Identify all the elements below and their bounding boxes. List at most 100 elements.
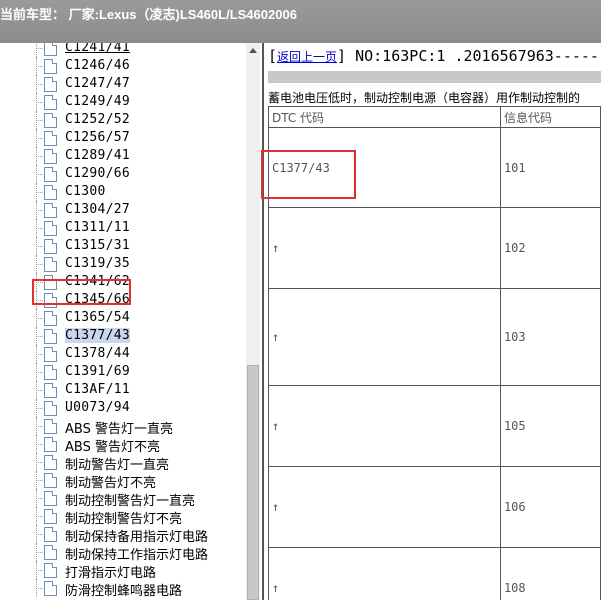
tree-item[interactable]: C1256/57 [0, 129, 246, 147]
tree-item[interactable]: 制动警告灯一直亮 [0, 453, 246, 473]
tree-item[interactable]: C1391/69 [0, 363, 246, 381]
tree-connector [36, 426, 43, 427]
tree-item-label[interactable]: C1319/35 [65, 256, 130, 271]
tree-item[interactable]: C1247/47 [0, 75, 246, 93]
scroll-thumb[interactable] [247, 365, 259, 600]
doc-number: NO:163PC:1 .2016567963----- [355, 47, 599, 65]
scroll-up-icon[interactable] [249, 48, 257, 53]
tree-item-label[interactable]: C1241/41 [65, 43, 130, 55]
document-icon [44, 239, 57, 254]
document-icon [44, 347, 57, 362]
tree-item[interactable]: 制动警告灯不亮 [0, 471, 246, 491]
tree-item-label[interactable]: C1391/69 [65, 364, 130, 379]
tree-item-label[interactable]: 防滑控制蜂鸣器电路 [65, 580, 182, 599]
tree-item[interactable]: C1289/41 [0, 147, 246, 165]
tree-item[interactable]: 防滑控制蜂鸣器电路 [0, 579, 246, 599]
document-icon [44, 545, 57, 560]
tree-item[interactable]: U0073/94 [0, 399, 246, 417]
tree-item-label[interactable]: C1311/11 [65, 220, 130, 235]
document-icon [44, 167, 57, 182]
tree-item-label[interactable]: C1247/47 [65, 76, 130, 91]
tree-connector [36, 66, 43, 67]
tree-item[interactable]: C1252/52 [0, 111, 246, 129]
table-row: ↑ 103 [268, 288, 601, 386]
tree-connector [36, 570, 43, 571]
tree-item[interactable]: 制动控制警告灯不亮 [0, 507, 246, 527]
tree-item[interactable]: ABS 警告灯不亮 [0, 435, 246, 455]
tree-item-label[interactable]: C1246/46 [65, 58, 130, 73]
dtc-tree: C1241/41 C1246/46 C1247/47 C1249/49 C1252/52… [0, 43, 246, 600]
document-icon [44, 527, 57, 542]
tree-item[interactable]: C1290/66 [0, 165, 246, 183]
tree-item[interactable]: C1311/11 [0, 219, 246, 237]
tree-item[interactable]: 制动控制警告灯一直亮 [0, 489, 246, 509]
document-icon [44, 131, 57, 146]
tree-connector [36, 264, 43, 265]
tree-item-label[interactable]: C1378/44 [65, 346, 130, 361]
tree-item[interactable]: C13AF/11 [0, 381, 246, 399]
info-code-cell: 101 [499, 127, 601, 208]
tree-connector [36, 174, 43, 175]
tree-item[interactable]: C1246/46 [0, 57, 246, 75]
info-code-cell: 102 [499, 207, 601, 289]
tree-connector [36, 120, 43, 121]
tree-item-label[interactable]: C13AF/11 [65, 382, 130, 397]
tree-item[interactable]: C1365/54 [0, 309, 246, 327]
tree-item[interactable]: C1241/41 [0, 43, 246, 57]
tree-item-label[interactable]: C1300 [65, 184, 106, 199]
tree-item[interactable]: C1300 [0, 183, 246, 201]
document-icon [44, 329, 57, 344]
tree-item[interactable]: C1319/35 [0, 255, 246, 273]
document-icon [44, 149, 57, 164]
info-code-cell: 103 [499, 288, 601, 386]
table-row: ↑ 102 [268, 207, 601, 289]
tree-item-label[interactable]: C1289/41 [65, 148, 130, 163]
description-text: 蓄电池电压低时，制动控制电源（电容器）用作制动控制的 [268, 91, 581, 105]
document-icon [44, 437, 57, 452]
tree-item[interactable]: ABS 警告灯一直亮 [0, 417, 246, 437]
tree-item[interactable]: 打滑指示灯电路 [0, 561, 246, 581]
tree-item[interactable]: C1378/44 [0, 345, 246, 363]
content-pane: [返回上一页] NO:163PC:1 .2016567963----- 蓄电池电… [264, 43, 601, 600]
document-icon [44, 43, 57, 56]
column-header-info: 信息代码 [499, 106, 601, 128]
tree-item[interactable]: C1315/31 [0, 237, 246, 255]
tree-item[interactable]: 制动保持备用指示灯电路 [0, 525, 246, 545]
tree-item-label[interactable]: C1315/31 [65, 238, 130, 253]
tree-item[interactable]: C1377/43 [0, 327, 246, 345]
table-row: ↑ 106 [268, 466, 601, 548]
tree-connector [36, 462, 43, 463]
highlight-box-tree [32, 279, 131, 305]
tree-item-label[interactable]: C1256/57 [65, 130, 130, 145]
tree-connector [36, 354, 43, 355]
tree-connector [36, 372, 43, 373]
grey-bar [268, 71, 601, 83]
tree-connector [36, 408, 43, 409]
document-icon [44, 401, 57, 416]
back-link[interactable]: 返回上一页 [277, 50, 337, 64]
info-code-cell: 105 [499, 385, 601, 467]
tree-item-label[interactable]: C1377/43 [65, 328, 131, 343]
tree-item-label[interactable]: C1252/52 [65, 112, 130, 127]
tree-item[interactable]: 制动保持工作指示灯电路 [0, 543, 246, 563]
info-code-cell: 108 [499, 547, 601, 600]
tree-item-label[interactable]: U0073/94 [65, 400, 130, 415]
tree-connector [36, 210, 43, 211]
document-icon [44, 563, 57, 578]
tree-item[interactable]: C1304/27 [0, 201, 246, 219]
document-icon [44, 257, 57, 272]
tree-item-label[interactable]: C1304/27 [65, 202, 130, 217]
tree-item-label[interactable]: C1249/49 [65, 94, 130, 109]
document-icon [44, 383, 57, 398]
current-vehicle-label: 当前车型： 厂家:Lexus（凌志)LS460L/LS4602006 [0, 7, 297, 22]
doc-header: [返回上一页] NO:163PC:1 .2016567963----- [268, 47, 599, 65]
tree-connector [36, 444, 43, 445]
highlight-box-cell [261, 150, 356, 199]
tree-scrollbar[interactable] [246, 43, 260, 600]
dtc-cell: ↑ [268, 385, 501, 467]
tree-connector [36, 498, 43, 499]
tree-item[interactable]: C1249/49 [0, 93, 246, 111]
tree-item-label[interactable]: C1365/54 [65, 310, 130, 325]
tree-item-label[interactable]: C1290/66 [65, 166, 130, 181]
column-header-dtc: DTC 代码 [268, 106, 501, 128]
